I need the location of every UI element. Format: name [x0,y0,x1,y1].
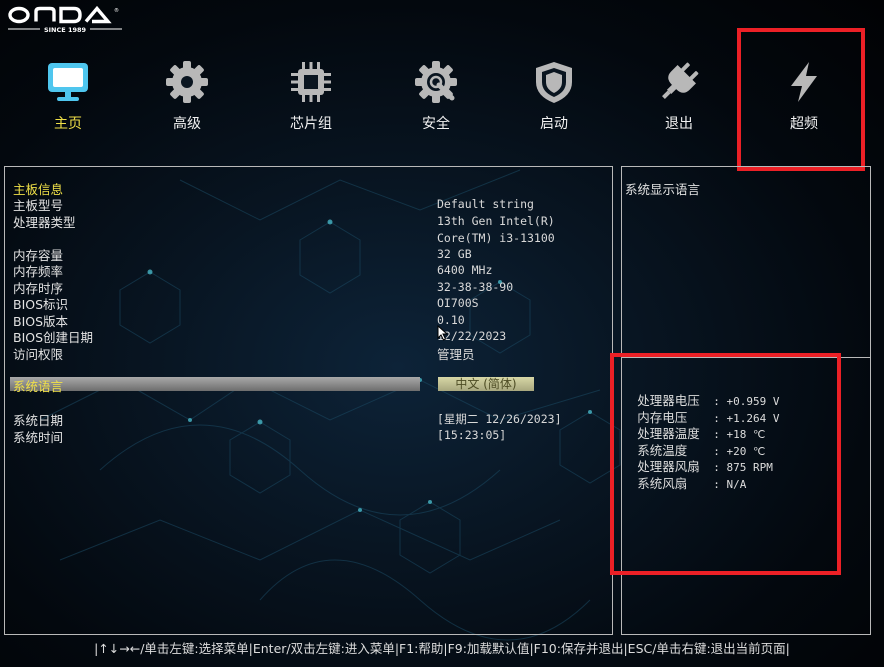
value-memory-frequency: 6400 MHz [437,263,493,277]
tab-advanced-label: 高级 [173,116,201,132]
label-cpu-type: 处理器类型 [13,215,76,230]
tab-main[interactable]: 主页 [13,52,123,152]
tab-chipset[interactable]: 芯片组 [256,52,366,152]
tab-boot-label: 启动 [540,116,568,132]
mouse-cursor-icon [437,325,449,341]
label-system-language: 系统语言 [13,379,64,394]
tab-security[interactable]: 安全 [381,52,491,152]
value-cpu-type-line2: Core(TM) i3-13100 [437,231,555,245]
annotation-box-hardware-status [610,353,841,575]
value-cpu-type-line1: 13th Gen Intel(R) [437,214,555,228]
label-access-level: 访问权限 [13,347,64,362]
tab-advanced[interactable]: 高级 [132,52,242,152]
security-gear-icon [415,61,457,103]
footer-key-help: |↑↓→←/单击左键:选择菜单|Enter/双击左键:进入菜单|F1:帮助|F9… [94,641,790,656]
value-access-level: 管理员 [437,347,475,362]
tab-exit-label: 退出 [665,116,693,132]
value-memory-size: 32 GB [437,247,472,261]
label-system-time: 系统时间 [13,430,64,445]
onda-logo: ® SINCE 1989 [8,5,122,34]
help-text: 系统显示语言 [625,182,701,197]
chip-icon [291,62,331,102]
tab-chipset-label: 芯片组 [290,116,332,132]
plug-icon [662,62,699,99]
annotation-box-overclock [737,28,865,171]
svg-text:®: ® [114,7,119,14]
value-board-model: Default string [437,197,534,211]
system-language-select[interactable]: 中文 (简体) [438,377,534,391]
shield-icon [536,62,572,103]
tab-boot[interactable]: 启动 [499,52,609,152]
tab-main-label: 主页 [54,116,82,132]
monitor-icon [48,63,88,101]
tab-security-label: 安全 [422,116,450,132]
system-time-field[interactable]: [15:23:05] [437,428,506,442]
logo-tagline: SINCE 1989 [44,26,87,34]
system-language-row[interactable] [10,377,420,391]
value-bios-id: OI700S [437,296,479,310]
gear-icon [166,61,208,103]
tab-exit[interactable]: 退出 [624,52,734,152]
value-memory-timing: 32-38-38-90 [437,280,514,294]
system-date-field[interactable]: [星期二 12/26/2023] [437,411,562,427]
